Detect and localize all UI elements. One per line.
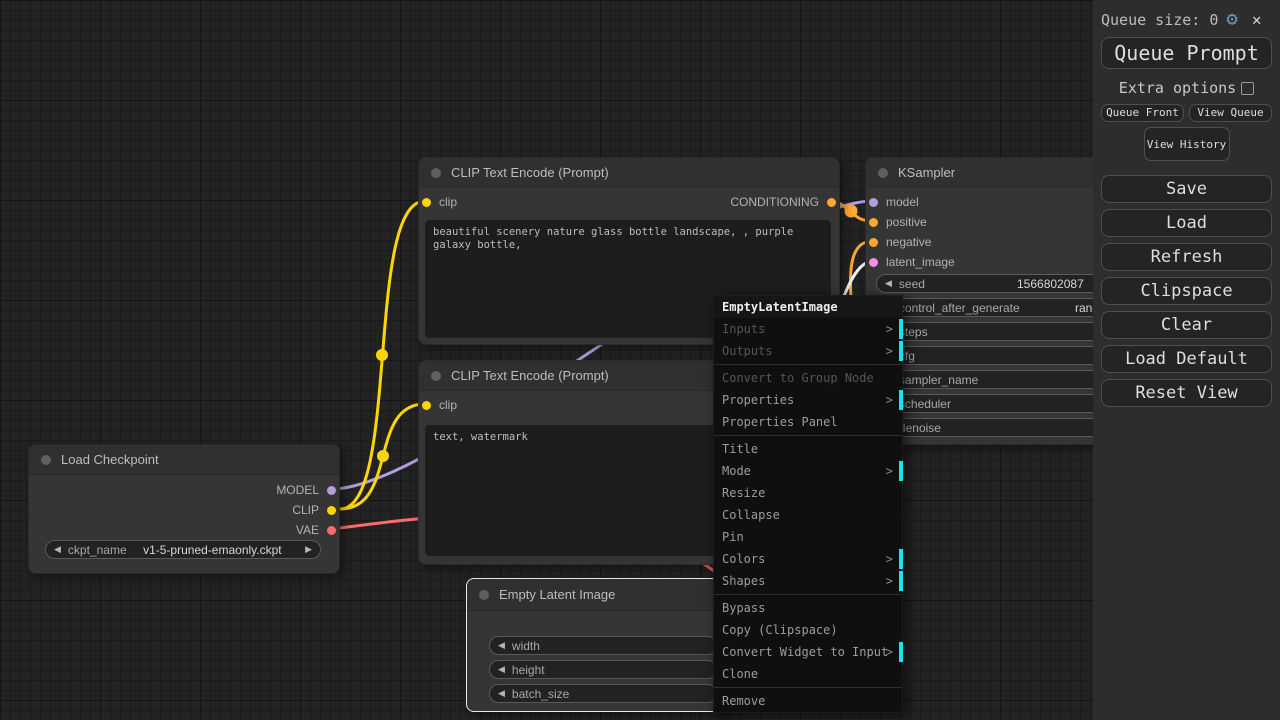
port-dot-clip[interactable] [422, 400, 431, 410]
widget-width[interactable]: ◀ width [489, 636, 717, 655]
menu-item-mode[interactable]: Mode [714, 460, 903, 482]
port-dot-model[interactable] [869, 197, 878, 207]
node-title: CLIP Text Encode (Prompt) [451, 368, 609, 383]
widget-height[interactable]: ◀ height [489, 660, 717, 679]
menu-item-inputs[interactable]: Inputs [714, 318, 903, 340]
port-dot-vae[interactable] [327, 525, 336, 535]
menu-item-clone[interactable]: Clone [714, 663, 902, 685]
link-dot[interactable] [377, 450, 389, 462]
output-port-conditioning[interactable]: CONDITIONING [730, 194, 836, 210]
node-title: CLIP Text Encode (Prompt) [451, 165, 609, 180]
load-button[interactable]: Load [1101, 209, 1272, 237]
node-title: Load Checkpoint [61, 452, 159, 467]
refresh-button[interactable]: Refresh [1101, 243, 1272, 271]
output-port-model[interactable]: MODEL [276, 482, 336, 498]
collapse-dot-icon[interactable] [878, 167, 888, 178]
port-dot-conditioning[interactable] [869, 237, 878, 247]
extra-options-label: Extra options [1118, 79, 1237, 97]
collapse-dot-icon[interactable] [431, 167, 441, 178]
port-dot-latent[interactable] [869, 257, 878, 267]
menu-item-convert-to-group-node[interactable]: Convert to Group Node [714, 367, 902, 389]
input-port-latent-image[interactable]: latent_image [869, 254, 955, 270]
menu-separator [714, 364, 902, 365]
widget-batch-size[interactable]: ◀ batch_size [489, 684, 717, 703]
prev-value-arrow-icon[interactable]: ◀ [54, 545, 61, 554]
menu-item-shapes[interactable]: Shapes [714, 570, 903, 592]
input-port-clip[interactable]: clip [422, 194, 457, 210]
port-dot-clip[interactable] [422, 197, 431, 207]
node-empty-latent-image[interactable]: Empty Latent Image ◀ width ◀ height ◀ ba… [466, 578, 730, 712]
context-menu-title: EmptyLatentImage [714, 296, 902, 318]
widget-steps[interactable]: ◀ steps [876, 322, 1126, 341]
output-port-clip[interactable]: CLIP [292, 502, 336, 518]
menu-separator [714, 594, 902, 595]
widget-control-after-generate[interactable]: ◀ control_after_generate randomize [876, 298, 1131, 317]
prev-value-arrow-icon[interactable]: ◀ [498, 641, 505, 650]
comfy-menu-panel: Queue size: 0 ⚙ ✕ Queue Prompt Extra opt… [1093, 0, 1280, 720]
view-history-button[interactable]: View History [1143, 127, 1230, 161]
prev-value-arrow-icon[interactable]: ◀ [885, 279, 892, 288]
input-port-clip[interactable]: clip [422, 397, 457, 413]
next-value-arrow-icon[interactable]: ▶ [305, 545, 312, 554]
widget-seed[interactable]: ◀ seed 1566802087 [876, 274, 1126, 293]
menu-separator [714, 687, 902, 688]
widget-cfg[interactable]: ◀ cfg [876, 346, 1126, 365]
queue-size-label: Queue size: 0 [1101, 10, 1219, 29]
menu-item-title[interactable]: Title [714, 438, 902, 460]
port-dot-conditioning[interactable] [827, 197, 836, 207]
output-port-vae[interactable]: VAE [296, 522, 336, 538]
port-dot-clip[interactable] [327, 505, 336, 515]
widget-sampler-name[interactable]: ◀ sampler_name [876, 370, 1126, 389]
menu-item-outputs[interactable]: Outputs [714, 340, 903, 362]
menu-item-properties[interactable]: Properties [714, 389, 903, 411]
prev-value-arrow-icon[interactable]: ◀ [498, 689, 505, 698]
link-dot[interactable] [844, 204, 858, 218]
menu-separator [714, 435, 902, 436]
port-dot-conditioning[interactable] [869, 217, 878, 227]
collapse-dot-icon[interactable] [479, 589, 489, 600]
port-dot-model[interactable] [327, 485, 336, 495]
menu-item-pin[interactable]: Pin [714, 526, 902, 548]
load-default-button[interactable]: Load Default [1101, 345, 1272, 373]
link-dot[interactable] [376, 349, 388, 361]
node-load-checkpoint[interactable]: Load Checkpoint MODEL CLIP VAE ◀ ckpt_na… [28, 444, 340, 574]
save-button[interactable]: Save [1101, 175, 1272, 203]
input-port-model[interactable]: model [869, 194, 919, 210]
menu-item-convert-widget-to-input[interactable]: Convert Widget to Input [714, 641, 903, 663]
queue-prompt-button[interactable]: Queue Prompt [1101, 37, 1272, 69]
menu-item-collapse[interactable]: Collapse [714, 504, 902, 526]
settings-gear-icon[interactable]: ⚙ [1226, 10, 1237, 29]
extra-options-checkbox[interactable] [1241, 81, 1255, 95]
widget-ckpt-name[interactable]: ◀ ckpt_name v1-5-pruned-emaonly.ckpt ▶ [45, 540, 321, 559]
widget-scheduler[interactable]: ◀ scheduler [876, 394, 1126, 413]
node-title-bar[interactable]: Load Checkpoint [29, 445, 339, 475]
close-icon[interactable]: ✕ [1252, 10, 1262, 29]
clipspace-button[interactable]: Clipspace [1101, 277, 1272, 305]
node-title: KSampler [898, 165, 956, 180]
node-title-bar[interactable]: Empty Latent Image [467, 579, 729, 611]
menu-item-colors[interactable]: Colors [714, 548, 903, 570]
node-title: Empty Latent Image [499, 587, 616, 602]
comfyui-canvas[interactable]: { "colors": { "clip": "#FFD500", "condit… [0, 0, 1280, 720]
context-menu: EmptyLatentImage Inputs Outputs Convert … [713, 295, 903, 713]
reset-view-button[interactable]: Reset View [1101, 379, 1272, 407]
menu-item-resize[interactable]: Resize [714, 482, 902, 504]
collapse-dot-icon[interactable] [41, 454, 51, 465]
menu-item-copy-clipspace[interactable]: Copy (Clipspace) [714, 619, 902, 641]
node-title-bar[interactable]: CLIP Text Encode (Prompt) [419, 158, 839, 188]
collapse-dot-icon[interactable] [431, 370, 441, 381]
view-queue-button[interactable]: View Queue [1189, 104, 1272, 122]
input-port-negative[interactable]: negative [869, 234, 931, 250]
menu-item-properties-panel[interactable]: Properties Panel [714, 411, 902, 433]
prev-value-arrow-icon[interactable]: ◀ [498, 665, 505, 674]
queue-front-button[interactable]: Queue Front [1101, 104, 1184, 122]
input-port-positive[interactable]: positive [869, 214, 927, 230]
widget-denoise[interactable]: ◀ denoise [876, 418, 1126, 437]
menu-item-bypass[interactable]: Bypass [714, 597, 902, 619]
clear-button[interactable]: Clear [1101, 311, 1272, 339]
menu-item-remove[interactable]: Remove [714, 690, 902, 712]
